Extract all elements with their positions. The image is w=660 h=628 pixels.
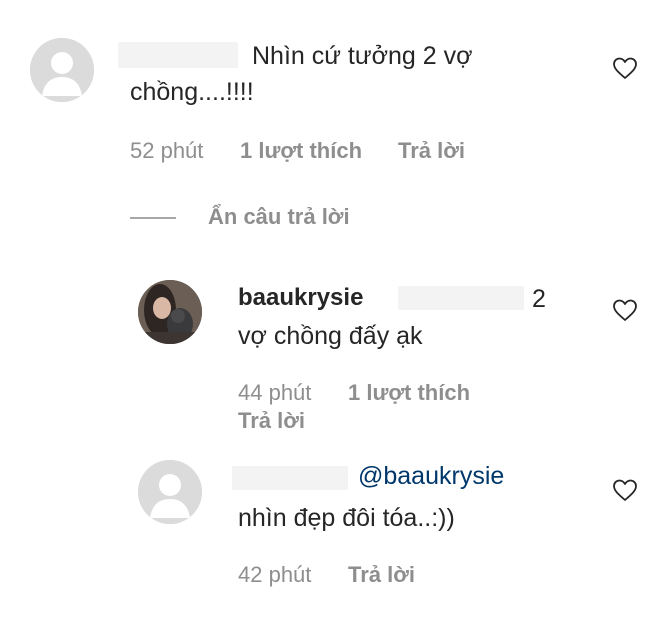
reply-likes[interactable]: 1 lượt thích xyxy=(348,380,470,406)
redacted-mention xyxy=(398,286,524,310)
default-user-icon xyxy=(138,460,202,524)
comment-text-line2: chồng....!!!! xyxy=(130,78,254,106)
avatar-default[interactable] xyxy=(138,460,202,524)
avatar-default[interactable] xyxy=(30,38,94,102)
heart-outline-icon[interactable] xyxy=(612,298,638,322)
reply-username[interactable]: baaukrysie xyxy=(238,284,363,312)
profile-photo-icon xyxy=(138,280,202,344)
mention-count: 2 xyxy=(532,285,546,313)
avatar-baaukrysie[interactable] xyxy=(138,280,202,344)
reply-time[interactable]: 42 phút xyxy=(238,562,311,588)
default-user-icon xyxy=(30,38,94,102)
reply-button[interactable]: Trả lời xyxy=(238,408,305,434)
reply-button[interactable]: Trả lời xyxy=(398,138,465,164)
reply-text: nhìn đẹp đôi tóa..:)) xyxy=(238,504,455,532)
comment-time[interactable]: 52 phút xyxy=(130,138,203,164)
redacted-username[interactable] xyxy=(118,42,238,68)
comment-likes[interactable]: 1 lượt thích xyxy=(240,138,362,164)
reply-button[interactable]: Trả lời xyxy=(348,562,415,588)
heart-outline-icon[interactable] xyxy=(612,478,638,502)
hide-replies-button[interactable]: Ẩn câu trả lời xyxy=(208,204,350,230)
redacted-username[interactable] xyxy=(232,466,348,490)
hide-replies-divider xyxy=(130,217,176,219)
mention-link[interactable]: @baaukrysie xyxy=(358,462,504,491)
comment-text-line1: Nhìn cứ tưởng 2 vợ xyxy=(252,42,473,70)
reply-time[interactable]: 44 phút xyxy=(238,380,311,406)
heart-outline-icon[interactable] xyxy=(612,56,638,80)
reply-text: vợ chồng đấy ạk xyxy=(238,322,423,350)
